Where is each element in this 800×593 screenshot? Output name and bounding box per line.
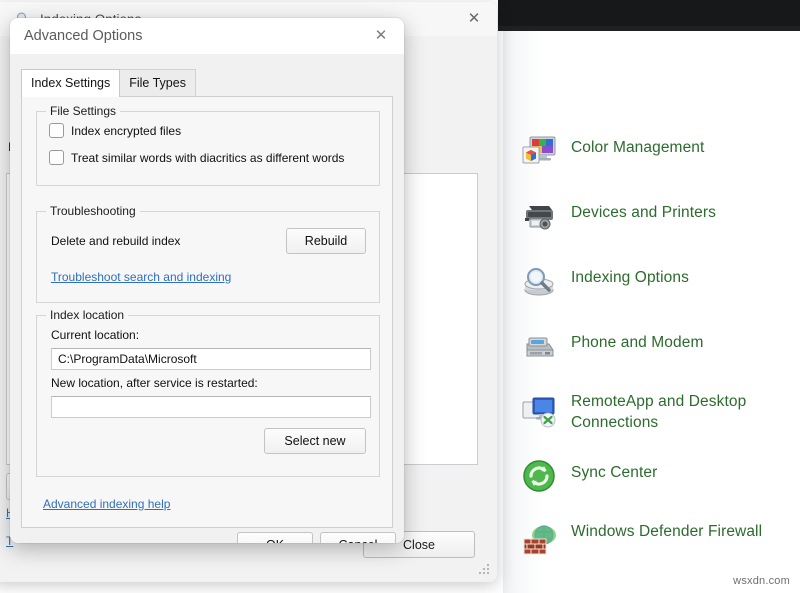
dialog-title: Advanced Options: [24, 28, 143, 44]
watermark: wsxdn.com: [733, 575, 790, 587]
diacritics-label: Treat similar words with diacritics as d…: [71, 151, 344, 165]
taskbar-dark-band: [498, 0, 800, 26]
magnifier-disk-icon: [521, 263, 557, 299]
advanced-options-titlebar[interactable]: Advanced Options ✕: [10, 18, 404, 54]
advanced-options-dialog[interactable]: Advanced Options ✕ Index Settings File T…: [10, 18, 404, 543]
index-location-group: Index location Current location: C:\Prog…: [36, 315, 380, 477]
control-panel-item-label: Phone and Modem: [571, 326, 703, 353]
modem-icon: [521, 328, 557, 364]
control-panel-item-color-management[interactable]: Color Management: [521, 131, 796, 173]
troubleshooting-group: Troubleshooting Delete and rebuild index…: [36, 211, 380, 303]
select-new-button[interactable]: Select new: [264, 428, 366, 454]
cancel-button[interactable]: Cancel: [320, 532, 396, 543]
close-icon[interactable]: ✕: [362, 20, 400, 50]
troubleshooting-group-title: Troubleshooting: [46, 204, 140, 218]
close-icon[interactable]: ✕: [451, 2, 497, 34]
diacritics-checkbox[interactable]: [49, 150, 64, 165]
index-location-group-title: Index location: [46, 308, 128, 322]
control-panel-pane: Color Management Devices and Prin: [503, 31, 800, 593]
control-panel-items-list: Color Management Devices and Prin: [521, 131, 796, 586]
firewall-icon: [521, 523, 557, 559]
control-panel-item-sync-center[interactable]: Sync Center: [521, 456, 796, 498]
rebuild-button[interactable]: Rebuild: [286, 228, 366, 254]
control-panel-item-label: Indexing Options: [571, 261, 689, 288]
control-panel-item-windows-defender-firewall[interactable]: Windows Defender Firewall: [521, 521, 796, 563]
control-panel-item-label: Windows Defender Firewall: [571, 521, 762, 542]
tab-index-settings[interactable]: Index Settings: [21, 69, 120, 97]
tab-file-types[interactable]: File Types: [119, 69, 196, 97]
delete-rebuild-index-label: Delete and rebuild index: [51, 234, 180, 248]
color-management-icon: [521, 133, 557, 169]
index-encrypted-files-label: Index encrypted files: [71, 124, 181, 138]
control-panel-item-label: Devices and Printers: [571, 196, 716, 223]
file-settings-group: File Settings Index encrypted files Trea…: [36, 111, 380, 186]
control-panel-item-indexing-options[interactable]: Indexing Options: [521, 261, 796, 303]
ok-button[interactable]: OK: [237, 532, 313, 543]
tabstrip: Index Settings File Types: [21, 69, 196, 97]
sync-icon: [521, 458, 557, 494]
control-panel-item-label: Color Management: [571, 131, 704, 158]
checkbox-row-index-encrypted-files[interactable]: Index encrypted files: [49, 123, 344, 138]
current-location-label: Current location:: [51, 328, 139, 342]
checkbox-row-diacritics[interactable]: Treat similar words with diacritics as d…: [49, 150, 344, 165]
advanced-indexing-help-link[interactable]: Advanced indexing help: [43, 497, 170, 511]
troubleshoot-search-and-indexing-link[interactable]: Troubleshoot search and indexing: [51, 270, 231, 284]
new-location-label: New location, after service is restarted…: [51, 376, 258, 390]
printer-icon: [521, 198, 557, 234]
file-settings-group-title: File Settings: [46, 104, 120, 118]
desktop-backdrop: Color Management Devices and Prin: [0, 0, 800, 593]
index-encrypted-files-checkbox[interactable]: [49, 123, 64, 138]
new-location-input[interactable]: [51, 396, 371, 418]
control-panel-item-label: Sync Center: [571, 456, 657, 483]
control-panel-item-remoteapp-and-desktop-connections[interactable]: RemoteApp and Desktop Connections: [521, 391, 796, 433]
control-panel-item-devices-and-printers[interactable]: Devices and Printers: [521, 196, 796, 238]
tab-page-index-settings: File Settings Index encrypted files Trea…: [21, 96, 393, 528]
control-panel-item-phone-and-modem[interactable]: Phone and Modem: [521, 326, 796, 368]
remoteapp-icon: [521, 393, 557, 429]
resize-grip[interactable]: [478, 564, 490, 576]
advanced-options-body: Index Settings File Types File Settings …: [10, 54, 404, 543]
current-location-value: C:\ProgramData\Microsoft: [51, 348, 371, 370]
control-panel-item-label: RemoteApp and Desktop Connections: [571, 391, 796, 433]
